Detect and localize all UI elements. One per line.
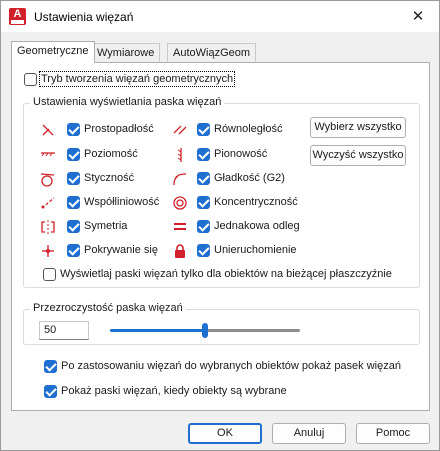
- select-all-button[interactable]: Wybierz wszystko: [310, 117, 406, 138]
- transparency-slider-fill: [110, 329, 205, 332]
- ok-button[interactable]: OK: [188, 423, 262, 444]
- vertical-checkbox[interactable]: [197, 148, 210, 161]
- coincident-icon: [42, 245, 54, 257]
- clear-all-button[interactable]: Wyczyść wszystko: [310, 145, 406, 166]
- close-button[interactable]: ✕: [405, 5, 431, 29]
- infer-constraints-checkbox[interactable]: [24, 73, 37, 86]
- symmetric-label: Symetria: [84, 220, 128, 232]
- geometric-tab-panel: Tryb tworzenia więzań geometrycznych Ust…: [11, 62, 430, 411]
- collinear-label: Współliniowość: [84, 196, 160, 208]
- horizontal-checkbox[interactable]: [67, 148, 80, 161]
- fix-checkbox[interactable]: [197, 244, 210, 257]
- constraint-settings-dialog: A Ustawienia więzań ✕ Geometryczne Wymia…: [0, 0, 440, 451]
- concentric-label: Koncentryczność: [214, 196, 298, 208]
- tab-autoconstrain[interactable]: AutoWiązGeom: [167, 43, 257, 62]
- autocad-app-icon: A: [9, 8, 26, 25]
- current-plane-only-checkbox[interactable]: [43, 268, 56, 281]
- fix-label: Unieruchomienie: [214, 244, 297, 256]
- title-bar: A Ustawienia więzań ✕: [1, 1, 439, 32]
- transparency-input[interactable]: 50: [39, 321, 89, 340]
- horizontal-label: Poziomość: [84, 148, 138, 160]
- tangent-icon: [40, 173, 55, 187]
- concentric-icon: [173, 196, 187, 210]
- help-button[interactable]: Pomoc: [356, 423, 430, 444]
- cancel-button[interactable]: Anuluj: [272, 423, 346, 444]
- parallel-checkbox[interactable]: [197, 123, 210, 136]
- infer-constraints-label: Tryb tworzenia więzań geometrycznych: [38, 71, 236, 87]
- smooth-label: Gładkość (G2): [214, 172, 285, 184]
- collinear-checkbox[interactable]: [67, 196, 80, 209]
- equal-label: Jednakowa odleg: [214, 220, 300, 232]
- tab-geometric[interactable]: Geometryczne: [11, 41, 95, 63]
- perpendicular-label: Prostopadłość: [84, 123, 154, 135]
- show-when-selected-label: Pokaż paski więzań, kiedy obiekty są wyb…: [61, 385, 287, 397]
- coincident-label: Pokrywanie się: [84, 244, 158, 256]
- coincident-checkbox[interactable]: [67, 244, 80, 257]
- symmetric-checkbox[interactable]: [67, 220, 80, 233]
- fix-lock-icon: [175, 244, 185, 258]
- vertical-label: Pionowość: [214, 148, 268, 160]
- current-plane-only-label: Wyświetlaj paski więzań tylko dla obiekt…: [60, 268, 392, 280]
- tab-dimensional[interactable]: Wymiarowe: [91, 43, 161, 62]
- concentric-checkbox[interactable]: [197, 196, 210, 209]
- show-after-apply-label: Po zastosowaniu więzań do wybranych obie…: [61, 360, 401, 372]
- horizontal-icon: [41, 152, 55, 157]
- display-group-title: Ustawienia wyświetlania paska więzań: [30, 96, 225, 108]
- window-title: Ustawienia więzań: [34, 10, 134, 24]
- perpendicular-checkbox[interactable]: [67, 123, 80, 136]
- perpendicular-icon: [42, 124, 54, 136]
- show-after-apply-checkbox[interactable]: [44, 360, 57, 373]
- parallel-label: Równoległość: [214, 123, 283, 135]
- equal-icon: [174, 223, 186, 230]
- collinear-icon: [41, 197, 55, 209]
- tangent-label: Styczność: [84, 172, 135, 184]
- equal-checkbox[interactable]: [197, 220, 210, 233]
- smooth-checkbox[interactable]: [197, 172, 210, 185]
- symmetric-icon: [41, 220, 55, 234]
- parallel-icon: [173, 125, 187, 135]
- smooth-icon: [173, 173, 187, 186]
- show-when-selected-checkbox[interactable]: [44, 385, 57, 398]
- transparency-group-title: Przezroczystość paska więzań: [30, 302, 186, 314]
- tangent-checkbox[interactable]: [67, 172, 80, 185]
- vertical-icon: [177, 148, 182, 162]
- transparency-slider-thumb[interactable]: [202, 323, 208, 338]
